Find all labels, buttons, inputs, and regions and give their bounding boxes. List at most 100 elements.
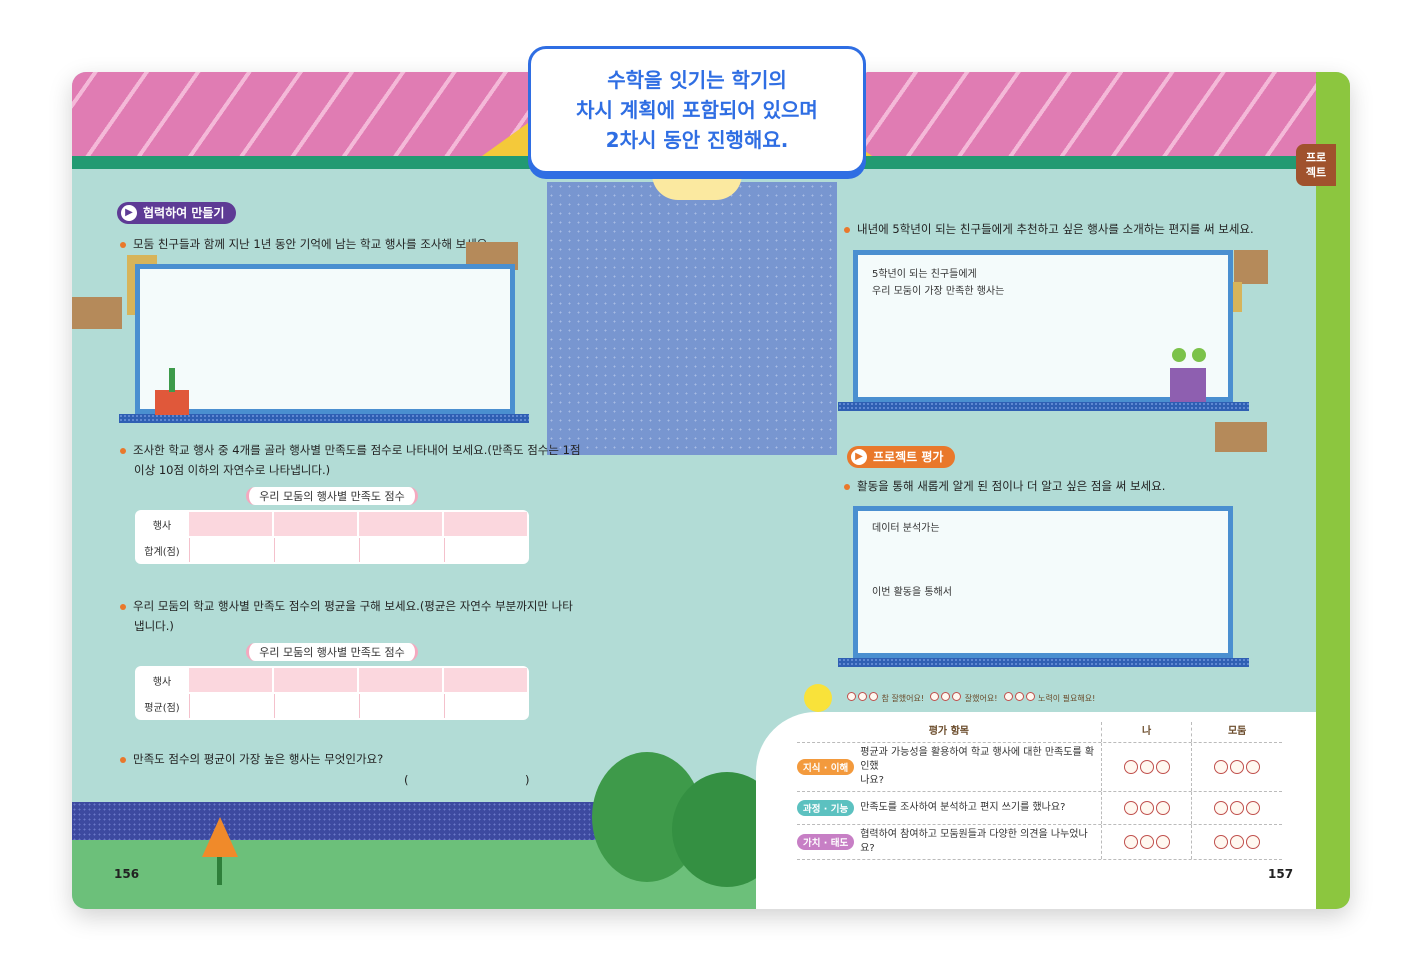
eval-question: 협력하여 참여하고 모둠원들과 다양한 의견을 나누었나요? xyxy=(860,829,1088,854)
letter-text: 5학년이 되는 친구들에게 우리 모둠이 가장 만족한 행사는 xyxy=(872,269,1005,297)
smile-icon xyxy=(930,692,940,701)
rating-me xyxy=(1100,743,1192,791)
smile-icon xyxy=(858,692,867,701)
side-strip xyxy=(1316,72,1350,909)
bullet-icon xyxy=(120,447,126,454)
table-1-title: 우리 모둠의 행사별 만족도 점수 xyxy=(135,487,529,505)
eval-row: 가치 · 태도 협력하여 참여하고 모둠원들과 다양한 의견을 나누었나요? xyxy=(797,825,1282,860)
smile-icon[interactable] xyxy=(1230,835,1245,849)
question-3: 우리 모둠의 학교 행사별 만족도 점수의 평균을 구해 보세요.(평균은 자연… xyxy=(120,596,573,636)
eval-row: 지식 · 이해 평균과 가능성을 활용하여 학교 행사에 대한 만족도를 확인했 나… xyxy=(797,743,1282,792)
rating-group xyxy=(1191,743,1282,791)
answer-input[interactable] xyxy=(417,772,517,788)
smile-icon[interactable] xyxy=(1246,801,1261,815)
event-input[interactable] xyxy=(189,512,272,536)
bullet-icon xyxy=(120,756,126,763)
eval-header-item: 평가 항목 xyxy=(928,726,970,737)
cork-decoration xyxy=(72,297,122,329)
answer-close-paren: ) xyxy=(525,773,530,787)
eval-question: 평균과 가능성을 활용하여 학교 행사에 대한 만족도를 확인했 나요? xyxy=(860,747,1095,786)
eval-row: 과정 · 기능 만족도를 조사하여 분석하고 편지 쓰기를 했나요? xyxy=(797,792,1282,825)
cork-decoration xyxy=(1215,422,1267,452)
smile-icon xyxy=(1003,692,1013,701)
smile-icon xyxy=(847,692,856,701)
plant-leaf-icon xyxy=(1172,348,1186,362)
smile-icon xyxy=(952,692,962,701)
question-4: 만족도 점수의 평균이 가장 높은 행사는 무엇인가요? xyxy=(120,749,383,769)
cork-decoration xyxy=(1232,282,1242,312)
plant-pot-icon xyxy=(155,390,189,415)
event-input[interactable] xyxy=(444,512,527,536)
smile-icon xyxy=(1025,692,1035,701)
smile-icon[interactable] xyxy=(1214,760,1229,774)
section-label-collaborate: ▶ 협력하여 만들기 xyxy=(117,202,237,224)
answer-open-paren: ( xyxy=(404,773,409,787)
chevron-right-icon: ▶ xyxy=(121,205,137,221)
smile-icon[interactable] xyxy=(1123,801,1138,815)
smile-icon[interactable] xyxy=(1139,835,1154,849)
eval-item: 과정 · 기능 만족도를 조사하여 분석하고 편지 쓰기를 했나요? xyxy=(797,797,1101,819)
smile-icon[interactable] xyxy=(1246,760,1261,774)
event-input[interactable] xyxy=(359,512,442,536)
smile-icon[interactable] xyxy=(1230,801,1245,815)
sum-input[interactable] xyxy=(274,538,357,562)
rating-me xyxy=(1100,792,1192,824)
table-row-head: 합계(점) xyxy=(137,538,187,562)
page-number-left: 156 xyxy=(114,867,140,881)
sum-input[interactable] xyxy=(359,538,442,562)
smile-icon xyxy=(869,692,878,701)
eval-question: 만족도를 조사하여 분석하고 편지 쓰기를 했나요? xyxy=(860,802,1066,813)
shelf-decoration xyxy=(838,658,1249,667)
smile-icon[interactable] xyxy=(1214,801,1229,815)
smile-icon[interactable] xyxy=(1139,801,1154,815)
project-tab[interactable]: 프로 젝트 xyxy=(1296,144,1336,186)
event-input[interactable] xyxy=(189,668,272,692)
smile-icon[interactable] xyxy=(1214,835,1229,849)
smile-icon[interactable] xyxy=(1155,801,1170,815)
bullet-icon xyxy=(844,483,850,490)
smile-icon[interactable] xyxy=(1155,835,1170,849)
competency-badge: 가치 · 태도 xyxy=(797,834,855,850)
sum-input[interactable] xyxy=(189,538,272,562)
tower-decoration xyxy=(547,182,837,455)
page-number-right: 157 xyxy=(1268,867,1294,881)
rating-group xyxy=(1191,825,1282,859)
question-5: 내년에 5학년이 되는 친구들에게 추천하고 싶은 행사를 소개하는 편지를 써… xyxy=(844,219,1254,239)
average-input[interactable] xyxy=(189,694,272,718)
bullet-icon xyxy=(120,603,126,610)
bullet-icon xyxy=(120,241,126,248)
textbook-spread: 프로 젝트 ▶ 협력하여 만들기 모둠 친구들과 함께 지난 1년 동안 기억에… xyxy=(72,72,1350,909)
score-table-2: 행사 평균(점) xyxy=(135,666,529,720)
average-input[interactable] xyxy=(444,694,527,718)
smile-icon[interactable] xyxy=(1230,760,1245,774)
eval-item: 가치 · 태도 협력하여 참여하고 모둠원들과 다양한 의견을 나누었나요? xyxy=(797,825,1101,859)
table-row-head: 행사 xyxy=(137,668,187,692)
eval-item: 지식 · 이해 평균과 가능성을 활용하여 학교 행사에 대한 만족도를 확인했 나… xyxy=(797,743,1101,791)
smile-icon[interactable] xyxy=(1246,835,1261,849)
event-input[interactable] xyxy=(444,668,527,692)
smile-icon[interactable] xyxy=(1139,760,1154,774)
shelf-decoration xyxy=(838,402,1249,411)
plant-pot-icon xyxy=(1170,368,1206,402)
table-2-title: 우리 모둠의 행사별 만족도 점수 xyxy=(135,643,529,661)
smile-icon[interactable] xyxy=(1123,760,1138,774)
smile-icon[interactable] xyxy=(1155,760,1170,774)
competency-badge: 지식 · 이해 xyxy=(797,759,855,775)
average-input[interactable] xyxy=(274,694,357,718)
event-input[interactable] xyxy=(274,512,357,536)
average-input[interactable] xyxy=(359,694,442,718)
mascot-icon xyxy=(804,684,832,712)
reflection-text-1: 데이터 분석가는 xyxy=(872,523,940,534)
rating-me xyxy=(1100,825,1192,859)
table-row-head: 행사 xyxy=(137,512,187,536)
legend: 참 잘했어요! 잘했어요! 노력이 필요해요! xyxy=(846,692,1095,704)
info-callout: 수학을 잇기는 학기의 차시 계획에 포함되어 있으며 2차시 동안 진행해요. xyxy=(528,46,866,174)
moon-decoration xyxy=(652,174,742,200)
survey-board[interactable] xyxy=(135,264,515,414)
competency-badge: 과정 · 기능 xyxy=(797,800,855,816)
event-input[interactable] xyxy=(274,668,357,692)
plant-leaf-icon xyxy=(1192,348,1206,362)
event-input[interactable] xyxy=(359,668,442,692)
smile-icon[interactable] xyxy=(1123,835,1138,849)
sum-input[interactable] xyxy=(444,538,527,562)
